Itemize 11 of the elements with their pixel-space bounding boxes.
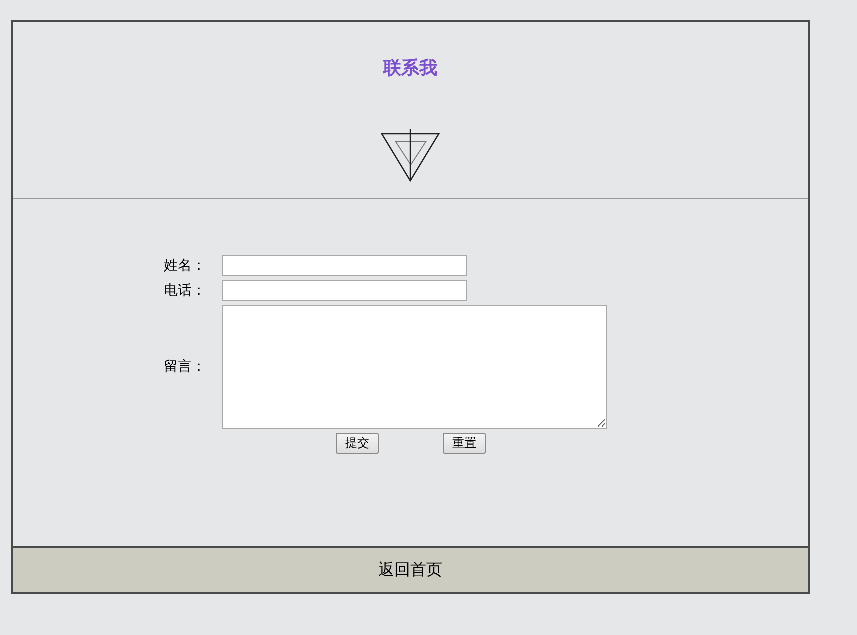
text-input-field[interactable] [222, 255, 467, 276]
field-label: 电话： [164, 282, 206, 300]
triangle-logo-icon [380, 128, 440, 182]
reset-button[interactable]: 重置 [443, 433, 486, 454]
field-label: 姓名： [164, 256, 206, 274]
back-home-link[interactable]: 返回首页 [378, 560, 442, 580]
submit-button[interactable]: 提交 [336, 433, 379, 454]
field-label: 留言： [164, 358, 206, 376]
page-title: 联系我 [384, 57, 438, 81]
message-field[interactable] [222, 305, 607, 429]
text-input-field[interactable] [222, 280, 467, 301]
